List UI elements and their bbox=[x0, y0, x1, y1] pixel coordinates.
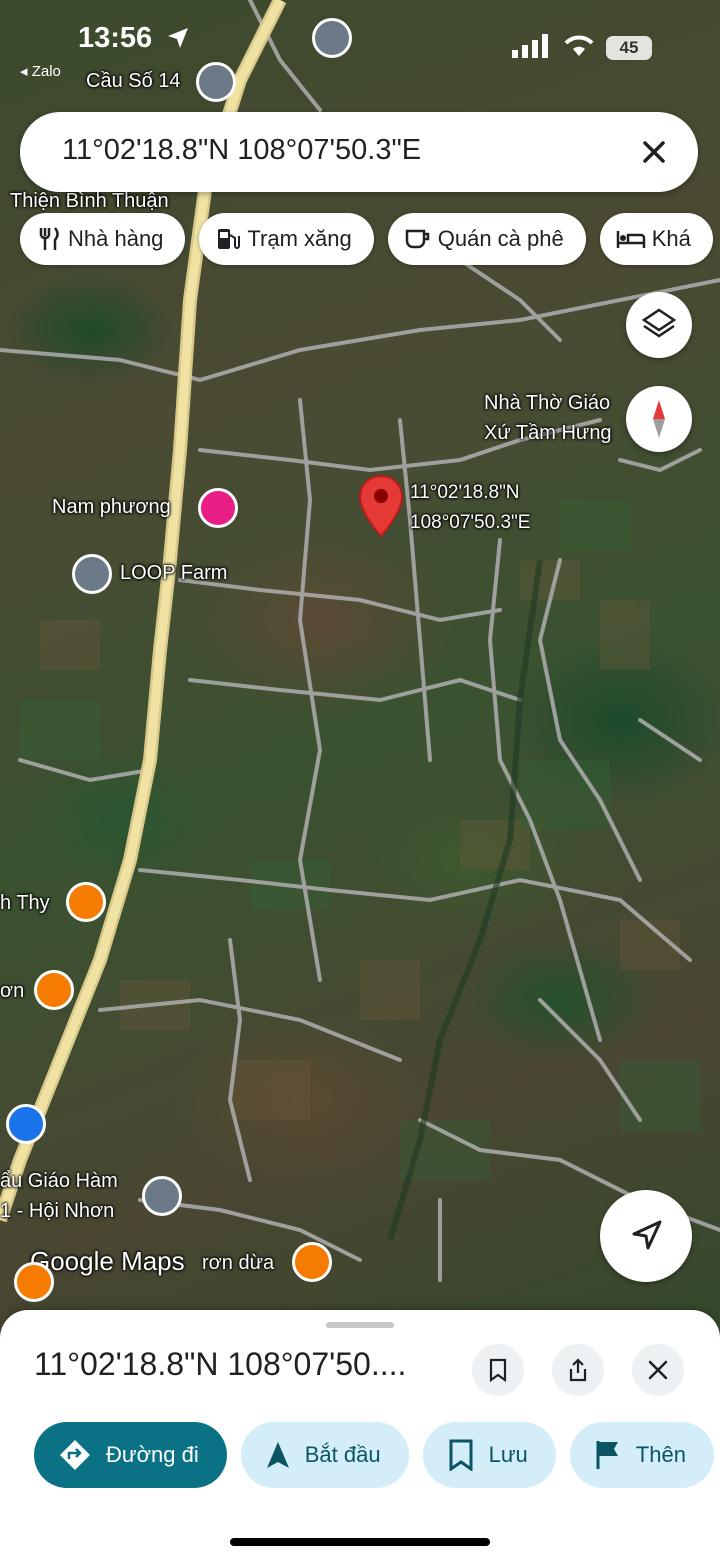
pin-longitude-label: 108°07'50.3"E bbox=[410, 512, 531, 533]
category-chips: Nhà hàng Trạm xăng Quán cà phê Khá bbox=[20, 213, 720, 267]
my-location-button[interactable] bbox=[600, 1190, 692, 1282]
map-canvas[interactable]: Cầu Số 14 Thiện Bình Thuận Nhà Thờ Giáo … bbox=[0, 0, 720, 1330]
restaurant-poi-icon[interactable] bbox=[14, 1262, 54, 1302]
search-bar[interactable]: 11°02'18.8"N 108°07'50.3"E bbox=[20, 112, 698, 192]
label-on: ơn bbox=[0, 980, 25, 1002]
coffee-poi-icon[interactable] bbox=[66, 882, 106, 922]
sheet-drag-handle[interactable] bbox=[326, 1322, 394, 1328]
action-buttons: Đường đi Bắt đầu Lưu Thên bbox=[34, 1422, 720, 1488]
label-thien-binh-thuan: Thiện Bình Thuận bbox=[10, 190, 169, 212]
chip-cafes[interactable]: Quán cà phê bbox=[387, 213, 586, 265]
layers-icon bbox=[641, 308, 677, 338]
bookmark-icon bbox=[489, 1358, 507, 1382]
wifi-icon bbox=[564, 35, 594, 56]
chip-gas-stations[interactable]: Trạm xăng bbox=[199, 213, 374, 265]
label-cau-so-14: Cầu Số 14 bbox=[86, 70, 181, 92]
start-button[interactable]: Bắt đầu bbox=[240, 1422, 409, 1488]
chip-hotels[interactable]: Khá bbox=[599, 213, 713, 265]
compass-icon bbox=[653, 400, 665, 438]
shop-poi-icon[interactable] bbox=[6, 1104, 46, 1144]
label-nha-tho-1: Nhà Thờ Giáo bbox=[484, 392, 611, 414]
place-poi-icon[interactable] bbox=[72, 554, 112, 594]
more-label: Thên bbox=[635, 1442, 686, 1467]
location-pin-icon[interactable] bbox=[358, 474, 404, 538]
directions-button[interactable]: Đường đi bbox=[34, 1422, 227, 1488]
bookmark-icon bbox=[449, 1439, 473, 1472]
navigation-icon bbox=[266, 1442, 289, 1468]
label-nha-tho-2: Xứ Tầm Hưng bbox=[484, 422, 612, 444]
coffee-poi-icon[interactable] bbox=[34, 970, 74, 1010]
chip-label: Quán cà phê bbox=[437, 226, 564, 251]
start-label: Bắt đầu bbox=[304, 1442, 381, 1467]
save-action-button[interactable]: Lưu bbox=[422, 1422, 556, 1488]
gas-station-icon bbox=[218, 229, 241, 249]
directions-icon bbox=[60, 1440, 90, 1470]
label-hoi-nhon: 1 - Hội Nhơn bbox=[0, 1200, 115, 1222]
search-query[interactable]: 11°02'18.8"N 108°07'50.3"E bbox=[62, 134, 421, 167]
label-loop-farm: LOOP Farm bbox=[120, 562, 228, 584]
cellular-signal-icon bbox=[512, 34, 548, 58]
navigation-arrow-icon bbox=[632, 1220, 662, 1250]
place-bottom-sheet[interactable]: 11°02'18.8"N 108°07'50.... Đường đi Bắt … bbox=[0, 1310, 720, 1560]
restaurant-icon bbox=[39, 227, 59, 250]
battery-indicator: 45 bbox=[606, 36, 652, 60]
more-button[interactable]: Thên bbox=[569, 1422, 714, 1488]
label-thy: h Thy bbox=[0, 892, 50, 914]
close-icon[interactable] bbox=[634, 132, 674, 172]
chip-label: Nhà hàng bbox=[68, 226, 164, 251]
coffee-icon bbox=[405, 229, 429, 249]
directions-label: Đường đi bbox=[106, 1442, 199, 1467]
chip-restaurants[interactable]: Nhà hàng bbox=[20, 213, 186, 265]
label-nam-phuong: Nam phương bbox=[52, 496, 171, 518]
share-icon bbox=[569, 1358, 587, 1382]
hotel-poi-icon[interactable] bbox=[198, 488, 238, 528]
chip-label: Khá bbox=[651, 226, 691, 251]
hotel-icon bbox=[616, 231, 645, 248]
place-title: 11°02'18.8"N 108°07'50.... bbox=[34, 1346, 407, 1382]
close-sheet-button[interactable] bbox=[632, 1344, 684, 1396]
location-arrow-icon bbox=[168, 28, 188, 48]
school-icon[interactable] bbox=[142, 1176, 182, 1216]
close-icon bbox=[648, 1360, 668, 1380]
status-bar: 13:56 ◂ Zalo 45 bbox=[0, 22, 720, 80]
status-time: 13:56 bbox=[78, 22, 153, 54]
layers-button[interactable] bbox=[626, 292, 692, 358]
compass-button[interactable] bbox=[626, 386, 692, 452]
label-dua: rơn dừa bbox=[202, 1252, 275, 1274]
flag-icon bbox=[596, 1441, 618, 1469]
save-button[interactable] bbox=[472, 1344, 524, 1396]
share-button[interactable] bbox=[552, 1344, 604, 1396]
chip-label: Trạm xăng bbox=[247, 226, 352, 251]
label-giao-ham: ẩu Giáo Hàm bbox=[0, 1170, 118, 1192]
save-label: Lưu bbox=[488, 1442, 528, 1467]
google-maps-logo: Google Maps bbox=[30, 1246, 185, 1276]
home-indicator[interactable] bbox=[230, 1538, 490, 1546]
pin-latitude-label: 11°02'18.8"N bbox=[410, 482, 520, 503]
coffee-poi-icon[interactable] bbox=[292, 1242, 332, 1282]
back-to-zalo-link[interactable]: ◂ Zalo bbox=[20, 62, 61, 80]
